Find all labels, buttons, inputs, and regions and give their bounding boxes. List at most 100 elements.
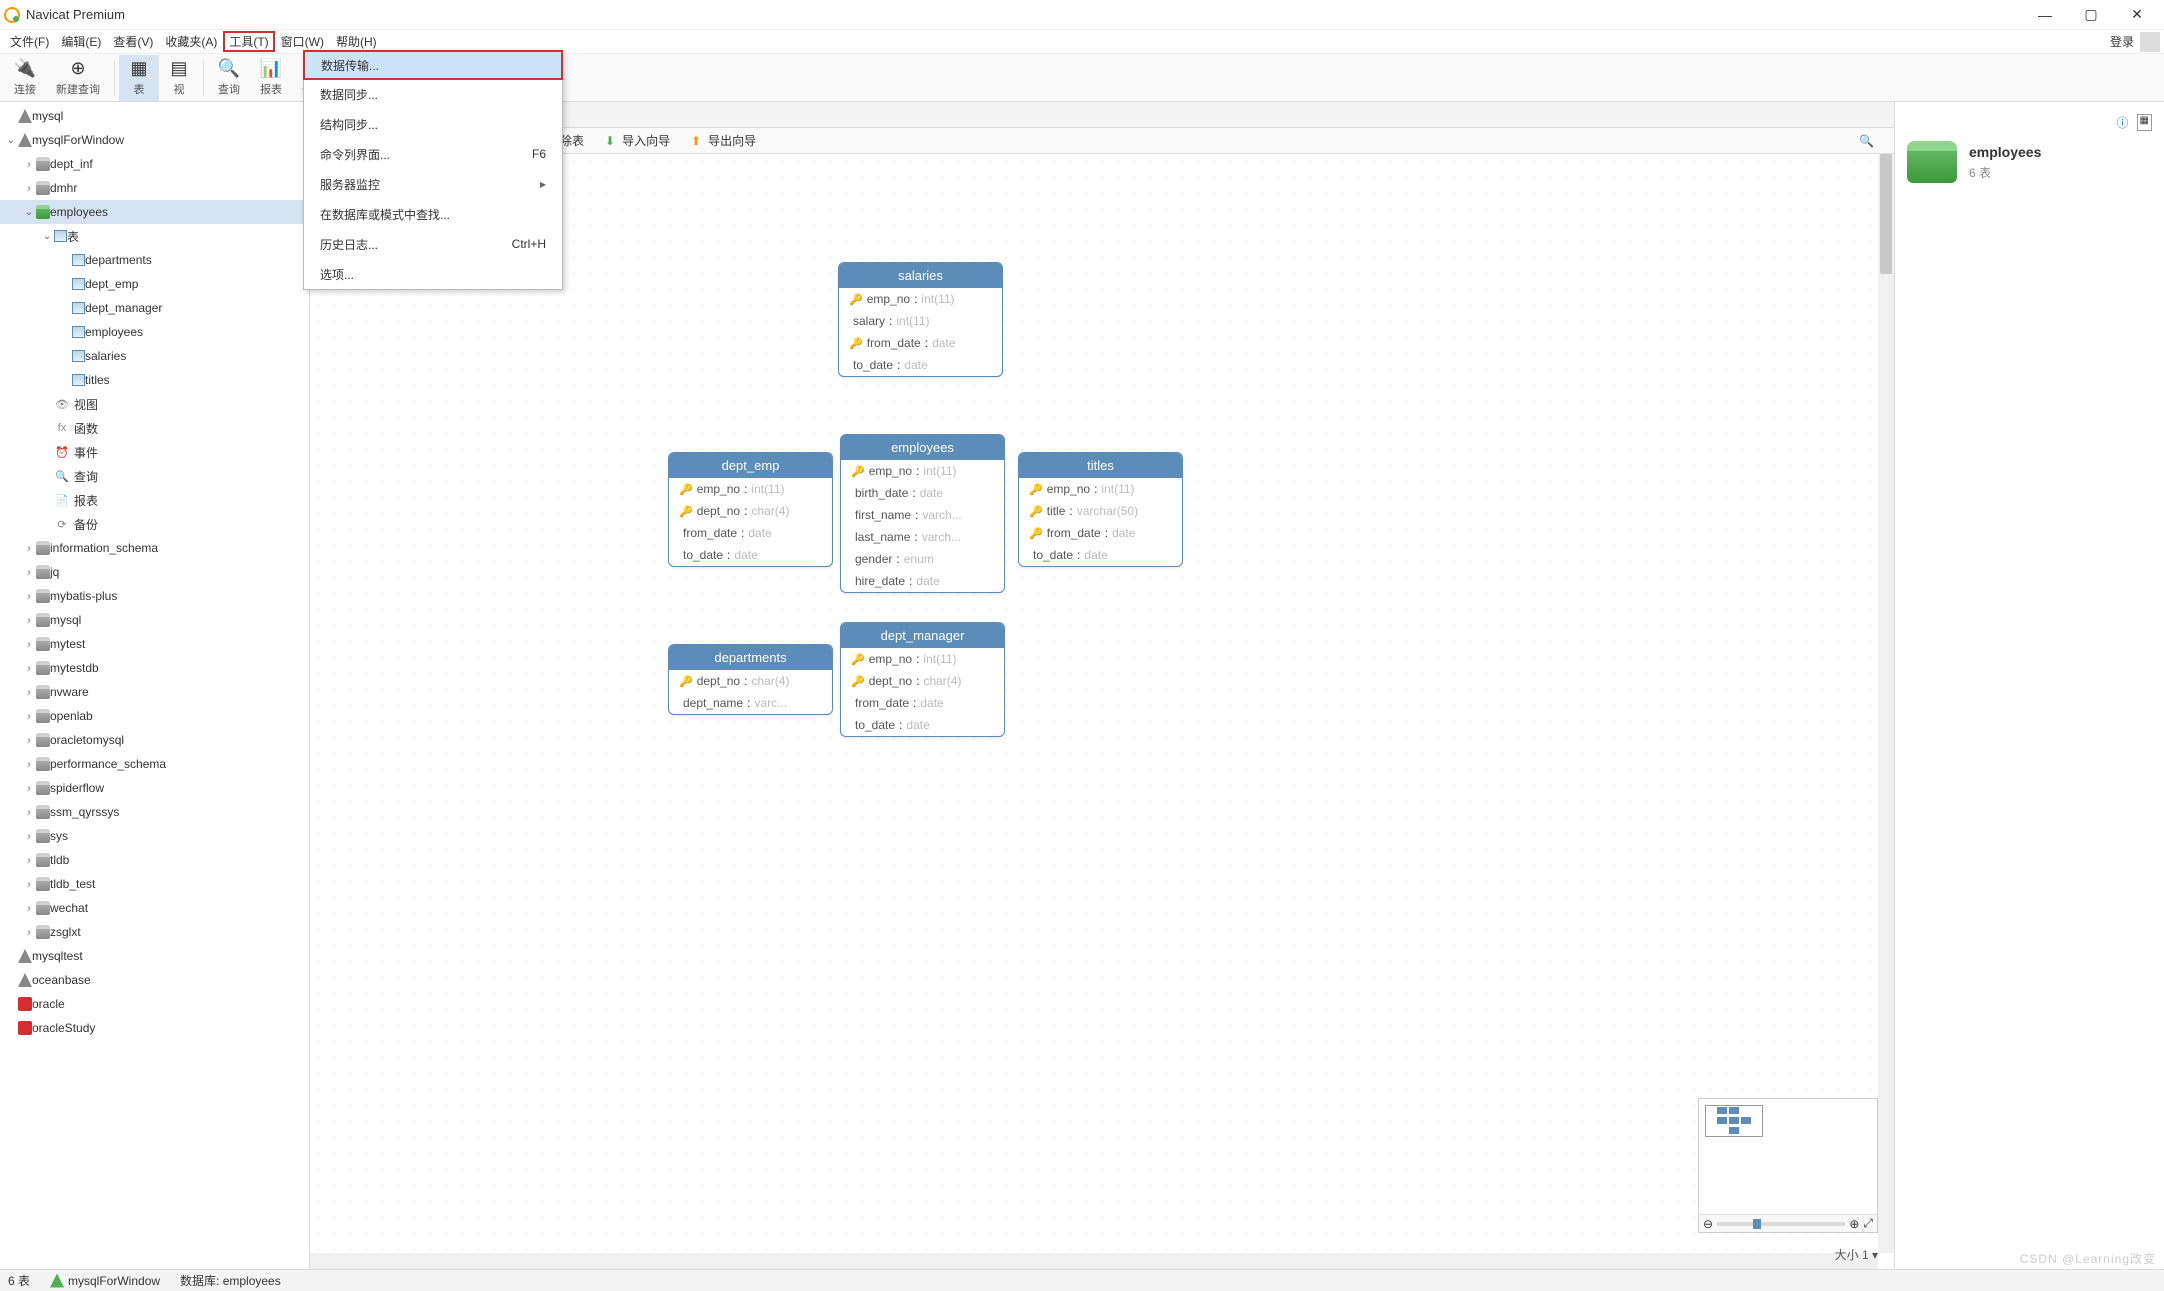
menu-view[interactable]: 查看(V) <box>107 31 159 52</box>
menu-window[interactable]: 窗口(W) <box>275 31 330 52</box>
erd-table-dept_emp[interactable]: dept_emp🔑emp_no: int(11)🔑dept_no: char(4… <box>668 452 833 567</box>
tree-node-dmhr[interactable]: ›dmhr <box>0 176 309 200</box>
tree-node-spiderflow[interactable]: ›spiderflow <box>0 776 309 800</box>
menu-help[interactable]: 帮助(H) <box>330 31 383 52</box>
close-button[interactable]: ✕ <box>2114 0 2160 30</box>
tree-node-表[interactable]: ⌄表 <box>0 224 309 248</box>
erd-table-employees[interactable]: employees🔑emp_no: int(11)birth_date: dat… <box>840 434 1005 593</box>
expand-icon[interactable]: › <box>22 831 36 842</box>
tree-node-employees[interactable]: ⌄employees <box>0 200 309 224</box>
expand-icon[interactable]: › <box>22 639 36 650</box>
tree-node-nvware[interactable]: ›nvware <box>0 680 309 704</box>
toolbar-连接[interactable]: 🔌连接 <box>4 55 46 101</box>
tree-node-oceanbase[interactable]: oceanbase <box>0 968 309 992</box>
tree-node-函数[interactable]: fx函数 <box>0 416 309 440</box>
menu-edit[interactable]: 编辑(E) <box>55 31 107 52</box>
tree-node-视图[interactable]: 👁视图 <box>0 392 309 416</box>
menu-item-结构同步[interactable]: 结构同步... <box>304 109 562 139</box>
expand-icon[interactable]: ⌄ <box>4 135 18 146</box>
tree-node-dept_emp[interactable]: dept_emp <box>0 272 309 296</box>
expand-icon[interactable]: › <box>22 735 36 746</box>
minimap[interactable]: ⊖ ⊕ ⤢ <box>1698 1098 1878 1233</box>
tree-node-dept_inf[interactable]: ›dept_inf <box>0 152 309 176</box>
tree-node-salaries[interactable]: salaries <box>0 344 309 368</box>
toolbar-报表[interactable]: 📊报表 <box>250 55 292 101</box>
expand-icon[interactable]: › <box>22 879 36 890</box>
connection-tree[interactable]: mysql⌄mysqlForWindow›dept_inf›dmhr⌄emplo… <box>0 102 310 1269</box>
tree-node-departments[interactable]: departments <box>0 248 309 272</box>
tree-node-mybatis-plus[interactable]: ›mybatis-plus <box>0 584 309 608</box>
tree-node-sys[interactable]: ›sys <box>0 824 309 848</box>
tree-node-mysql[interactable]: ›mysql <box>0 608 309 632</box>
tree-node-wechat[interactable]: ›wechat <box>0 896 309 920</box>
expand-icon[interactable]: ⌄ <box>40 231 54 242</box>
zoom-fit-icon[interactable]: ⤢ <box>1863 1216 1873 1231</box>
info-icon[interactable]: ⓘ <box>2117 114 2129 131</box>
tree-node-dept_manager[interactable]: dept_manager <box>0 296 309 320</box>
menu-file[interactable]: 文件(F) <box>4 31 55 52</box>
toolbar-新建查询[interactable]: ⊕新建查询 <box>46 55 110 101</box>
expand-icon[interactable]: › <box>22 759 36 770</box>
expand-icon[interactable]: › <box>22 711 36 722</box>
tree-node-mytestdb[interactable]: ›mytestdb <box>0 656 309 680</box>
tree-node-zsglxt[interactable]: ›zsglxt <box>0 920 309 944</box>
expand-icon[interactable]: › <box>22 183 36 194</box>
minimize-button[interactable]: — <box>2022 0 2068 30</box>
menu-tools[interactable]: 工具(T) <box>223 31 274 52</box>
tree-node-information_schema[interactable]: ›information_schema <box>0 536 309 560</box>
tree-node-oracletomysql[interactable]: ›oracletomysql <box>0 728 309 752</box>
export-wizard-button[interactable]: ⬆导出向导 <box>684 130 760 151</box>
vertical-scrollbar[interactable] <box>1878 154 1894 1253</box>
expand-icon[interactable]: › <box>22 543 36 554</box>
expand-icon[interactable]: › <box>22 663 36 674</box>
expand-icon[interactable]: ⌄ <box>22 207 36 218</box>
tree-node-备份[interactable]: ⟳备份 <box>0 512 309 536</box>
grid-view-icon[interactable]: ▦ <box>2137 114 2152 131</box>
expand-icon[interactable]: › <box>22 927 36 938</box>
tree-node-mytest[interactable]: ›mytest <box>0 632 309 656</box>
menu-item-在数据库或模式中查找[interactable]: 在数据库或模式中查找... <box>304 199 562 229</box>
tree-node-performance_schema[interactable]: ›performance_schema <box>0 752 309 776</box>
erd-table-dept_manager[interactable]: dept_manager🔑emp_no: int(11)🔑dept_no: ch… <box>840 622 1005 737</box>
menu-favorites[interactable]: 收藏夹(A) <box>159 31 223 52</box>
tree-node-employees[interactable]: employees <box>0 320 309 344</box>
expand-icon[interactable]: › <box>22 783 36 794</box>
tree-node-oracle[interactable]: oracle <box>0 992 309 1016</box>
tree-node-报表[interactable]: 📄报表 <box>0 488 309 512</box>
toolbar-视[interactable]: ▤视 <box>159 55 199 101</box>
horizontal-scrollbar[interactable] <box>310 1253 1878 1269</box>
tree-node-openlab[interactable]: ›openlab <box>0 704 309 728</box>
expand-icon[interactable]: › <box>22 807 36 818</box>
erd-canvas[interactable]: salaries🔑emp_no: int(11)salary: int(11)🔑… <box>310 154 1894 1269</box>
menu-item-选项[interactable]: 选项... <box>304 259 562 289</box>
expand-icon[interactable]: › <box>22 855 36 866</box>
erd-table-titles[interactable]: titles🔑emp_no: int(11)🔑title: varchar(50… <box>1018 452 1183 567</box>
expand-icon[interactable]: › <box>22 591 36 602</box>
login-area[interactable]: 登录 <box>2110 32 2160 52</box>
tree-node-tldb[interactable]: ›tldb <box>0 848 309 872</box>
expand-icon[interactable]: › <box>22 903 36 914</box>
search-icon[interactable]: 🔍 <box>1859 134 1874 148</box>
toolbar-查询[interactable]: 🔍查询 <box>208 55 250 101</box>
tree-node-mysqltest[interactable]: mysqltest <box>0 944 309 968</box>
zoom-label[interactable]: 大小 1 ▾ <box>1835 1246 1878 1263</box>
menu-item-数据同步[interactable]: 数据同步... <box>304 79 562 109</box>
maximize-button[interactable]: ▢ <box>2068 0 2114 30</box>
menu-item-命令列界面[interactable]: 命令列界面...F6 <box>304 139 562 169</box>
expand-icon[interactable]: › <box>22 159 36 170</box>
toolbar-表[interactable]: ▦表 <box>119 55 159 101</box>
tree-node-tldb_test[interactable]: ›tldb_test <box>0 872 309 896</box>
tree-node-事件[interactable]: ⏰事件 <box>0 440 309 464</box>
tree-node-mysql[interactable]: mysql <box>0 104 309 128</box>
zoom-in-icon[interactable]: ⊕ <box>1849 1217 1859 1231</box>
expand-icon[interactable]: › <box>22 687 36 698</box>
erd-table-salaries[interactable]: salaries🔑emp_no: int(11)salary: int(11)🔑… <box>838 262 1003 377</box>
tree-node-mysqlForWindow[interactable]: ⌄mysqlForWindow <box>0 128 309 152</box>
expand-icon[interactable]: › <box>22 567 36 578</box>
import-wizard-button[interactable]: ⬇导入向导 <box>598 130 674 151</box>
tree-node-titles[interactable]: titles <box>0 368 309 392</box>
menu-item-数据传输[interactable]: 数据传输... <box>303 50 563 80</box>
expand-icon[interactable]: › <box>22 615 36 626</box>
menu-item-历史日志[interactable]: 历史日志...Ctrl+H <box>304 229 562 259</box>
tree-node-jq[interactable]: ›jq <box>0 560 309 584</box>
